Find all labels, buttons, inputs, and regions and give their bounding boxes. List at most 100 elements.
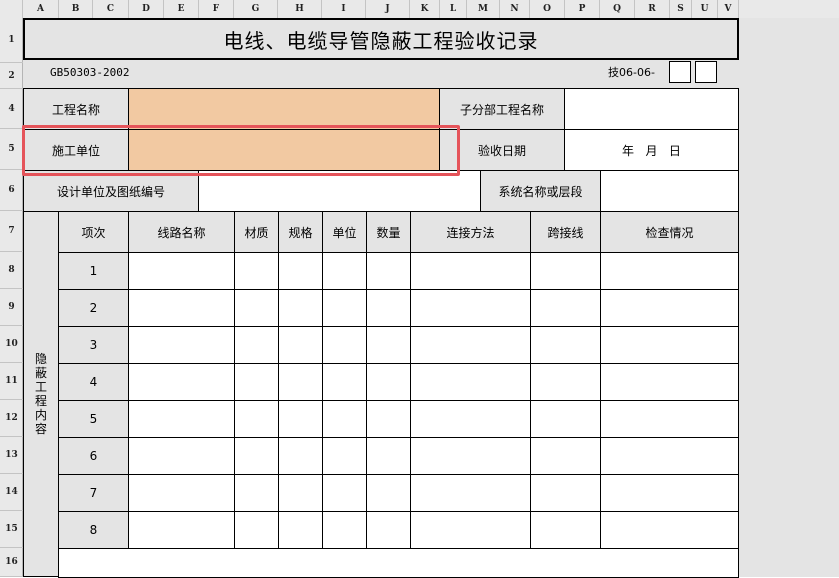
acceptance-date-field[interactable]: 年 月 日 xyxy=(564,129,739,171)
sub-project-label[interactable]: 子分部工程名称 xyxy=(439,88,565,130)
table-cell-line-name[interactable] xyxy=(128,437,235,475)
table-cell-unit[interactable] xyxy=(322,437,367,475)
table-cell-unit[interactable] xyxy=(322,363,367,401)
table-cell-material[interactable] xyxy=(234,474,279,512)
table-cell-material[interactable] xyxy=(234,511,279,549)
table-cell-line-name[interactable] xyxy=(128,326,235,364)
table-cell-material[interactable] xyxy=(234,400,279,438)
table-cell-inspection[interactable] xyxy=(600,474,739,512)
table-cell-jumper[interactable] xyxy=(530,326,601,364)
table-cell-inspection[interactable] xyxy=(600,400,739,438)
table-cell-line-name[interactable] xyxy=(128,252,235,290)
table-cell-spec[interactable] xyxy=(278,437,323,475)
table-cell-quantity[interactable] xyxy=(366,511,411,549)
table-cell-line-name[interactable] xyxy=(128,474,235,512)
table-cell-connection[interactable] xyxy=(410,326,531,364)
table-cell-line-name[interactable] xyxy=(128,400,235,438)
table-cell-line-name[interactable] xyxy=(128,289,235,327)
table-cell-spec[interactable] xyxy=(278,326,323,364)
col-header-k[interactable]: K xyxy=(410,0,440,18)
row-header-6[interactable]: 6 xyxy=(0,170,23,211)
table-cell-material[interactable] xyxy=(234,363,279,401)
table-cell-quantity[interactable] xyxy=(366,437,411,475)
table-cell-inspection[interactable] xyxy=(600,511,739,549)
form-title[interactable]: 电线、电缆导管隐蔽工程验收记录 xyxy=(23,18,739,60)
table-cell-connection[interactable] xyxy=(410,400,531,438)
th-quantity[interactable]: 数量 xyxy=(366,211,411,253)
th-material[interactable]: 材质 xyxy=(234,211,279,253)
table-cell-jumper[interactable] xyxy=(530,400,601,438)
table-cell-unit[interactable] xyxy=(322,326,367,364)
col-header-o[interactable]: O xyxy=(530,0,565,18)
col-header-n[interactable]: N xyxy=(500,0,530,18)
table-cell-jumper[interactable] xyxy=(530,437,601,475)
form-code-box-2[interactable] xyxy=(695,61,717,83)
th-line-name[interactable]: 线路名称 xyxy=(128,211,235,253)
design-unit-field[interactable] xyxy=(198,170,481,212)
table-cell-item-no[interactable]: 4 xyxy=(58,363,129,401)
col-header-f[interactable]: F xyxy=(199,0,234,18)
standard-code[interactable]: GB50303-2002 xyxy=(50,65,129,81)
row-header-9[interactable]: 9 xyxy=(0,289,23,326)
table-cell-spec[interactable] xyxy=(278,289,323,327)
table-cell-connection[interactable] xyxy=(410,252,531,290)
construction-unit-label[interactable]: 施工单位 xyxy=(23,129,129,171)
row-header-1[interactable]: 1 xyxy=(0,18,23,63)
sub-project-field[interactable] xyxy=(564,88,739,130)
system-name-label[interactable]: 系统名称或层段 xyxy=(480,170,601,212)
table-cell-item-no[interactable]: 2 xyxy=(58,289,129,327)
th-jumper[interactable]: 跨接线 xyxy=(530,211,601,253)
table-cell-inspection[interactable] xyxy=(600,326,739,364)
table-cell-jumper[interactable] xyxy=(530,289,601,327)
table-cell-spec[interactable] xyxy=(278,474,323,512)
row-header-16[interactable]: 16 xyxy=(0,548,23,577)
table-cell-quantity[interactable] xyxy=(366,474,411,512)
table-cell-connection[interactable] xyxy=(410,474,531,512)
table-cell-inspection[interactable] xyxy=(600,363,739,401)
table-cell-unit[interactable] xyxy=(322,400,367,438)
table-cell-quantity[interactable] xyxy=(366,289,411,327)
row-header-13[interactable]: 13 xyxy=(0,437,23,474)
table-cell-quantity[interactable] xyxy=(366,363,411,401)
col-header-v[interactable]: V xyxy=(718,0,739,18)
col-header-s[interactable]: S xyxy=(670,0,692,18)
project-name-field[interactable] xyxy=(128,88,440,130)
col-header-e[interactable]: E xyxy=(164,0,199,18)
table-cell-quantity[interactable] xyxy=(366,326,411,364)
col-header-g[interactable]: G xyxy=(234,0,278,18)
col-header-j[interactable]: J xyxy=(366,0,410,18)
row-header-11[interactable]: 11 xyxy=(0,363,23,400)
col-header-b[interactable]: B xyxy=(59,0,93,18)
table-cell-unit[interactable] xyxy=(322,474,367,512)
col-header-q[interactable]: Q xyxy=(600,0,635,18)
table-cell-inspection[interactable] xyxy=(600,289,739,327)
acceptance-date-label[interactable]: 验收日期 xyxy=(439,129,565,171)
col-header-r[interactable]: R xyxy=(635,0,670,18)
col-header-i[interactable]: I xyxy=(322,0,366,18)
th-item-no[interactable]: 项次 xyxy=(58,211,129,253)
table-cell-spec[interactable] xyxy=(278,363,323,401)
table-cell-material[interactable] xyxy=(234,326,279,364)
th-spec[interactable]: 规格 xyxy=(278,211,323,253)
project-name-label[interactable]: 工程名称 xyxy=(23,88,129,130)
table-cell-material[interactable] xyxy=(234,252,279,290)
row-header-2[interactable]: 2 xyxy=(0,63,23,89)
form-code[interactable]: 技06-06- xyxy=(608,65,655,81)
row-header-12[interactable]: 12 xyxy=(0,400,23,437)
table-cell-jumper[interactable] xyxy=(530,252,601,290)
col-header-u[interactable]: U xyxy=(692,0,718,18)
row-header-8[interactable]: 8 xyxy=(0,252,23,289)
design-unit-label[interactable]: 设计单位及图纸编号 xyxy=(23,170,199,212)
table-cell-item-no[interactable]: 6 xyxy=(58,437,129,475)
row-header-7[interactable]: 7 xyxy=(0,211,23,252)
table-cell-jumper[interactable] xyxy=(530,363,601,401)
table-cell-unit[interactable] xyxy=(322,511,367,549)
row-header-5[interactable]: 5 xyxy=(0,129,23,170)
col-header-m[interactable]: M xyxy=(467,0,500,18)
col-header-l[interactable]: L xyxy=(440,0,467,18)
construction-unit-field[interactable] xyxy=(128,129,440,171)
table-cell-connection[interactable] xyxy=(410,437,531,475)
col-header-a[interactable]: A xyxy=(23,0,59,18)
table-cell-inspection[interactable] xyxy=(600,252,739,290)
table-row-empty-16[interactable] xyxy=(58,548,739,578)
